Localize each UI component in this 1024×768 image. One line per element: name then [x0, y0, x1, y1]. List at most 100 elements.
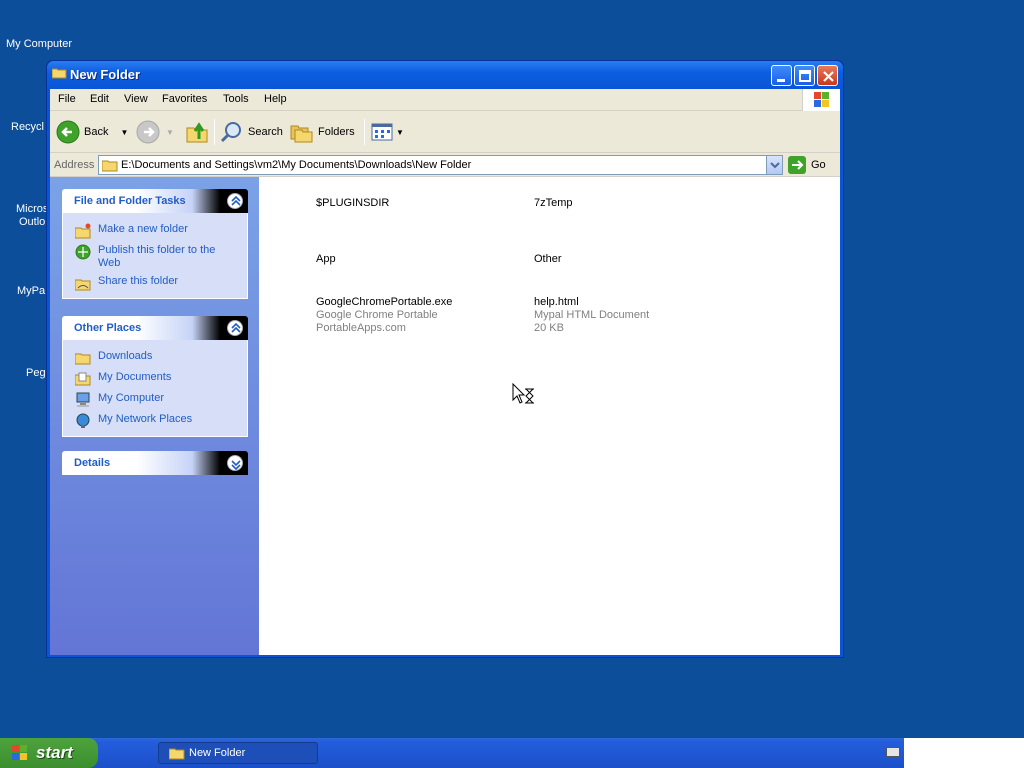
file-name: GoogleChromePortable.exe — [316, 296, 453, 308]
file-item[interactable]: Other — [534, 253, 562, 266]
start-button[interactable]: start — [0, 738, 98, 768]
taskbar-item-label: New Folder — [189, 747, 246, 759]
folders-icon — [290, 125, 313, 143]
chevron-down-icon — [770, 162, 780, 169]
other-places-body: Downloads My Documents My Computer My Ne… — [62, 340, 248, 437]
place-my-documents[interactable]: My Documents — [63, 369, 247, 390]
my-computer-icon — [76, 392, 90, 407]
window-title: New Folder — [70, 67, 141, 82]
file-publisher: PortableApps.com — [316, 322, 406, 334]
folder-icon — [52, 68, 67, 79]
folders-label: Folders — [318, 126, 355, 138]
network-places-icon — [76, 413, 90, 428]
file-folder-tasks-body: Make a new folder Publish this folder to… — [62, 213, 248, 299]
file-description: Google Chrome Portable — [316, 309, 438, 321]
back-dropdown-icon[interactable]: ▼ — [120, 128, 128, 137]
panel-title: Other Places — [74, 322, 142, 334]
views-button[interactable]: ▼ — [370, 117, 404, 147]
place-my-network-places[interactable]: My Network Places — [63, 411, 247, 432]
folders-button[interactable]: Folders — [290, 117, 355, 147]
file-item[interactable]: 7zTemp — [534, 197, 573, 210]
file-item[interactable]: help.html Mypal HTML Document 20 KB — [534, 296, 649, 335]
address-input[interactable]: E:\Documents and Settings\vm2\My Documen… — [98, 155, 783, 175]
menu-edit[interactable]: Edit — [90, 93, 109, 105]
folder-icon — [169, 748, 185, 760]
place-label: My Network Places — [98, 413, 193, 425]
address-dropdown-button[interactable] — [766, 156, 782, 174]
busy-cursor-icon — [512, 383, 534, 404]
maximize-button[interactable] — [794, 65, 815, 86]
other-places-header[interactable]: Other Places — [62, 316, 248, 340]
menu-bar: File Edit View Favorites Tools Help — [50, 89, 840, 111]
file-item[interactable]: App — [316, 253, 336, 266]
file-folder-tasks-header[interactable]: File and Folder Tasks — [62, 189, 248, 213]
task-label: Make a new folder — [98, 223, 188, 235]
desktop-icon-outlook-line2[interactable]: Outlo — [19, 216, 45, 228]
place-label: My Computer — [98, 392, 165, 404]
expand-icon[interactable] — [227, 455, 243, 471]
menu-view[interactable]: View — [124, 93, 148, 105]
minimize-button[interactable] — [771, 65, 792, 86]
window-client: File Edit View Favorites Tools Help Back… — [50, 89, 840, 655]
minimize-icon — [777, 79, 785, 82]
other-places-panel: Other Places Downloads My Documents My C… — [62, 316, 248, 437]
toolbar-separator — [214, 119, 215, 145]
desktop-icon-my-computer[interactable]: My Computer — [6, 38, 72, 50]
go-arrow-icon — [788, 156, 806, 174]
folder-icon — [102, 160, 118, 172]
go-button[interactable]: Go — [788, 155, 832, 175]
file-item[interactable]: GoogleChromePortable.exe Google Chrome P… — [316, 296, 452, 335]
details-header[interactable]: Details — [62, 451, 248, 475]
taskbar-item-new-folder[interactable]: New Folder — [158, 742, 318, 764]
file-name: help.html — [534, 296, 579, 308]
back-label: Back — [84, 126, 109, 138]
close-button[interactable] — [817, 65, 838, 86]
views-dropdown-icon[interactable]: ▼ — [396, 128, 404, 137]
title-bar[interactable]: New Folder — [47, 61, 843, 89]
close-icon — [823, 71, 834, 82]
file-type: Mypal HTML Document — [534, 309, 650, 321]
file-name: App — [316, 253, 336, 265]
collapse-icon[interactable] — [227, 193, 243, 209]
panel-title: File and Folder Tasks — [74, 195, 186, 207]
go-label: Go — [811, 159, 826, 171]
address-label: Address — [54, 159, 95, 171]
views-icon — [371, 123, 393, 141]
task-label: Publish this folder to the Web — [98, 244, 216, 269]
collapse-icon[interactable] — [227, 320, 243, 336]
place-downloads[interactable]: Downloads — [63, 348, 247, 369]
keyboard-icon[interactable] — [886, 747, 900, 757]
menu-help[interactable]: Help — [264, 93, 287, 105]
start-label: start — [36, 743, 73, 762]
desktop-icon-mypal[interactable]: MyPa — [17, 285, 45, 297]
up-folder-button[interactable] — [185, 117, 209, 147]
file-name: 7zTemp — [534, 197, 573, 209]
back-arrow-icon — [56, 120, 80, 144]
place-my-computer[interactable]: My Computer — [63, 390, 247, 411]
forward-button[interactable]: ▼ — [136, 117, 174, 147]
task-label: Share this folder — [98, 275, 179, 287]
toolbar: Back ▼ ▼ Search Folders ▼ — [50, 111, 840, 153]
forward-dropdown-icon[interactable]: ▼ — [166, 128, 174, 137]
back-button[interactable]: Back ▼ — [56, 117, 128, 147]
task-publish-to-web[interactable]: Publish this folder to the Web — [63, 242, 247, 273]
file-folder-tasks-panel: File and Folder Tasks Make a new folder … — [62, 189, 248, 299]
menu-file[interactable]: File — [58, 93, 76, 105]
desktop-icon-recycle-bin[interactable]: Recycl — [11, 121, 44, 133]
my-documents-icon — [75, 372, 91, 386]
toolbar-separator — [364, 119, 365, 145]
task-share-folder[interactable]: Share this folder — [63, 273, 247, 294]
desktop-icon-peg[interactable]: Peg — [26, 367, 46, 379]
task-make-new-folder[interactable]: Make a new folder — [63, 221, 247, 242]
file-name: $PLUGINSDIR — [316, 197, 390, 209]
file-list[interactable]: $PLUGINSDIR 7zTemp App Other GoogleChrom… — [259, 177, 840, 655]
file-name: Other — [534, 253, 562, 265]
search-button[interactable]: Search — [220, 117, 283, 147]
details-panel: Details — [62, 451, 248, 475]
menu-favorites[interactable]: Favorites — [162, 93, 207, 105]
address-value: E:\Documents and Settings\vm2\My Documen… — [121, 159, 472, 171]
menu-tools[interactable]: Tools — [223, 93, 249, 105]
file-item[interactable]: $PLUGINSDIR — [316, 197, 389, 210]
search-label: Search — [248, 126, 283, 138]
desktop-icon-outlook-line1[interactable]: Micros — [16, 203, 48, 215]
